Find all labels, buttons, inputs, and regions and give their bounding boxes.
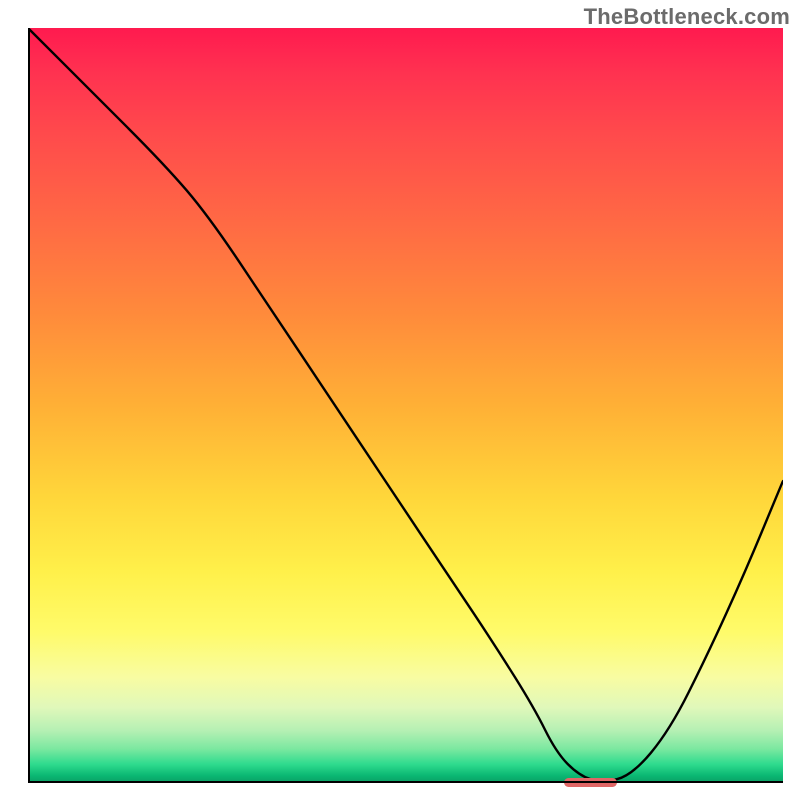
curve-layer [28,28,783,783]
bottleneck-curve [28,28,783,781]
watermark-label: TheBottleneck.com [584,4,790,30]
optimal-range-marker [564,778,617,787]
bottleneck-chart: TheBottleneck.com [0,0,800,800]
plot-area [28,28,783,783]
